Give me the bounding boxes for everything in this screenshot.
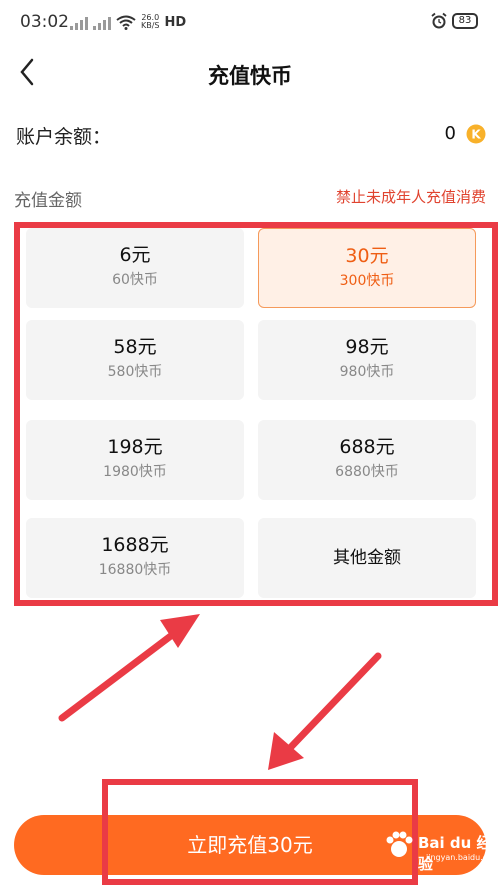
option-amount: 98元 [345, 336, 389, 358]
alarm-icon [431, 12, 447, 29]
k-coin-icon: K [466, 124, 486, 144]
option-58[interactable]: 58元 580快币 [26, 320, 244, 400]
option-amount: 6元 [119, 244, 151, 266]
option-coins: 6880快币 [335, 464, 399, 480]
arrow-to-button-icon [268, 652, 382, 770]
wifi-icon [116, 15, 136, 30]
arrow-to-options-icon [58, 614, 200, 722]
option-coins: 580快币 [107, 364, 163, 380]
baidu-jingyan-watermark: Bai du 经验 jingyan.baidu.com [378, 826, 500, 873]
balance-value: 0 [444, 123, 456, 144]
status-time: 03:02 [20, 12, 69, 32]
option-amount: 198元 [107, 436, 163, 458]
watermark-url: jingyan.baidu.com [426, 853, 500, 862]
balance-label: 账户余额： [16, 126, 112, 148]
option-coins: 16880快币 [98, 562, 172, 578]
option-amount: 688元 [339, 436, 395, 458]
network-speed-unit: KB/S [141, 21, 160, 30]
hd-indicator: HD [164, 15, 187, 30]
status-bar: 03:02 26.0 KB/S HD 83 [0, 0, 500, 46]
network-speed: 26.0 KB/S [141, 14, 160, 30]
option-amount: 其他金额 [333, 548, 401, 568]
minor-warning: 禁止未成年人充值消费 [335, 188, 486, 206]
option-30-selected[interactable]: 30元 300快币 [258, 228, 476, 308]
option-amount: 30元 [345, 245, 389, 267]
option-other-amount[interactable]: 其他金额 [258, 518, 476, 598]
option-coins: 300快币 [339, 273, 395, 289]
option-coins: 60快币 [112, 272, 158, 288]
paw-icon [386, 831, 413, 857]
option-198[interactable]: 198元 1980快币 [26, 420, 244, 500]
option-coins: 980快币 [339, 364, 395, 380]
option-98[interactable]: 98元 980快币 [258, 320, 476, 400]
option-6[interactable]: 6元 60快币 [26, 228, 244, 308]
balance-row: 账户余额： 0 K [16, 122, 486, 152]
option-amount: 58元 [113, 336, 157, 358]
svg-text:K: K [471, 128, 481, 142]
option-688[interactable]: 688元 6880快币 [258, 420, 476, 500]
nav-bar: 充值快币 [0, 46, 500, 100]
option-amount: 1688元 [101, 534, 169, 556]
recharge-amount-label: 充值金额 [14, 191, 82, 211]
option-1688[interactable]: 1688元 16880快币 [26, 518, 244, 598]
cellular-signal-icon [70, 16, 88, 30]
page-title: 充值快币 [208, 64, 292, 88]
option-coins: 1980快币 [103, 464, 167, 480]
battery-icon: 83 [452, 13, 478, 29]
cellular-signal-2-icon [93, 16, 111, 30]
status-icons: 26.0 KB/S HD [70, 14, 186, 30]
